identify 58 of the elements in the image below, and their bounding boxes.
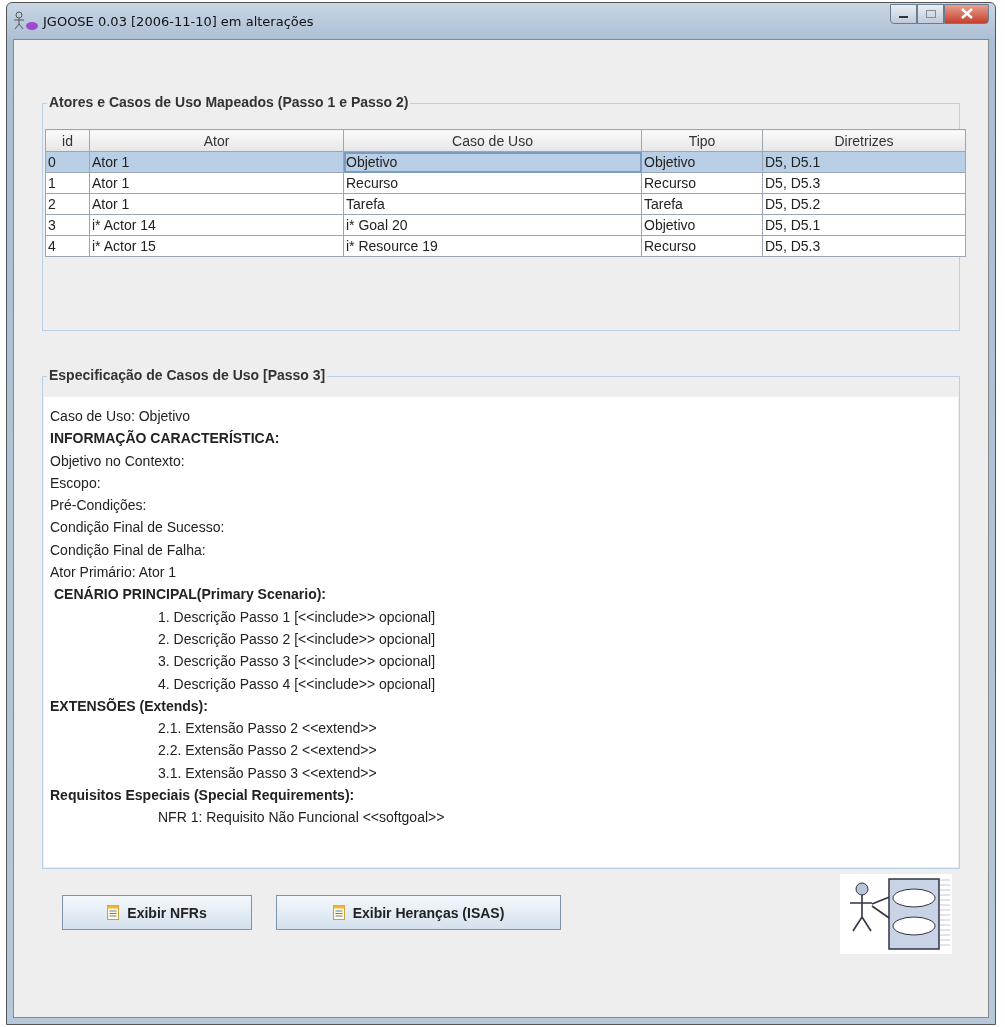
group-title: Atores e Casos de Uso Mapeados (Passo 1 e Passo 2) xyxy=(47,94,411,110)
spec-line: 2.2. Extensão Passo 2 <<extend>> xyxy=(157,741,377,761)
spec-line: CENÁRIO PRINCIPAL(Primary Scenario): xyxy=(53,585,326,605)
table-cell: Recurso xyxy=(343,172,642,194)
spec-line: 3.1. Extensão Passo 3 <<extend>> xyxy=(157,763,377,783)
spec-line: NFR 1: Requisito Não Funcional <<softgoal>> xyxy=(157,808,445,828)
table-cell: i* Goal 20 xyxy=(343,214,642,236)
table-cell: Ator 1 xyxy=(89,172,344,194)
column-header[interactable]: Tipo xyxy=(641,129,763,152)
table-cell: 3 xyxy=(45,214,90,236)
table-cell: i* Actor 15 xyxy=(89,235,344,257)
table-cell: i* Resource 19 xyxy=(343,235,642,257)
column-header[interactable]: id xyxy=(45,129,90,152)
table-cell: Objetivo xyxy=(343,151,642,173)
table-row[interactable]: 1 Ator 1 Recurso Recurso D5, D5.3 xyxy=(45,172,966,194)
spec-line: Condição Final de Sucesso: xyxy=(50,518,225,538)
table-row[interactable]: 0 Ator 1 Objetivo Objetivo D5, D5.1 xyxy=(45,151,966,173)
table-row[interactable]: 4 i* Actor 15 i* Resource 19 Recurso D5, D5.3 xyxy=(45,235,966,257)
spec-line: 1. Descrição Passo 1 [<<include>> opcional] xyxy=(157,607,436,627)
table-cell: 4 xyxy=(45,235,90,257)
spec-line: Objetivo no Contexto: xyxy=(50,451,185,471)
spec-line: 2.1. Extensão Passo 2 <<extend>> xyxy=(157,719,377,739)
spec-line: 2. Descrição Passo 2 [<<include>> opcional] xyxy=(157,629,436,649)
close-button[interactable] xyxy=(944,4,989,24)
spec-line: INFORMAÇÃO CARACTERÍSTICA: xyxy=(50,429,280,449)
spec-line: Requisitos Especiais (Special Requirements): xyxy=(50,786,355,806)
spec-line: 4. Descrição Passo 4 [<<include>> opcional] xyxy=(157,674,436,694)
window-title: JGOOSE 0.03 [2006-11-10] em alterações xyxy=(43,13,314,29)
table-cell: i* Actor 14 xyxy=(89,214,344,236)
column-header[interactable]: Ator xyxy=(89,129,344,152)
document-icon xyxy=(107,905,120,920)
spec-line: Escopo: xyxy=(50,473,101,493)
spec-line: Ator Primário: Ator 1 xyxy=(50,563,177,583)
use-case-logo-icon xyxy=(840,874,952,954)
table-cell: Ator 1 xyxy=(89,151,344,173)
show-inheritance-button[interactable]: Exibir Heranças (ISAS) xyxy=(276,895,561,930)
maximize-button[interactable] xyxy=(917,4,944,24)
spec-line: Condição Final de Falha: xyxy=(50,540,206,560)
spec-line: EXTENSÕES (Extends): xyxy=(50,696,208,716)
table-cell: Ator 1 xyxy=(89,193,344,215)
spec-line: 3. Descrição Passo 3 [<<include>> opcional] xyxy=(157,652,436,672)
close-icon xyxy=(960,7,973,19)
column-header[interactable]: Caso de Uso xyxy=(343,129,642,152)
spec-line: Pré-Condições: xyxy=(50,496,147,516)
table-cell: 0 xyxy=(45,151,90,173)
show-nfrs-button[interactable]: Exibir NFRs xyxy=(62,895,252,930)
table-cell: 1 xyxy=(45,172,90,194)
table-row[interactable]: 3 i* Actor 14 i* Goal 20 Objetivo D5, D5.1 xyxy=(45,214,966,236)
spec-line: Caso de Uso: Objetivo xyxy=(50,407,191,426)
document-icon xyxy=(332,905,345,920)
table-row[interactable]: 2 Ator 1 Tarefa Tarefa D5, D5.2 xyxy=(45,193,966,215)
column-header[interactable]: Diretrizes xyxy=(762,129,966,152)
table-cell: 2 xyxy=(45,193,90,215)
table-cell: Tarefa xyxy=(343,193,642,215)
maximize-icon xyxy=(924,8,937,19)
minimize-button[interactable] xyxy=(890,4,917,24)
actor-icon xyxy=(13,11,39,31)
group-title: Especificação de Casos de Uso [Passo 3] xyxy=(47,367,328,383)
